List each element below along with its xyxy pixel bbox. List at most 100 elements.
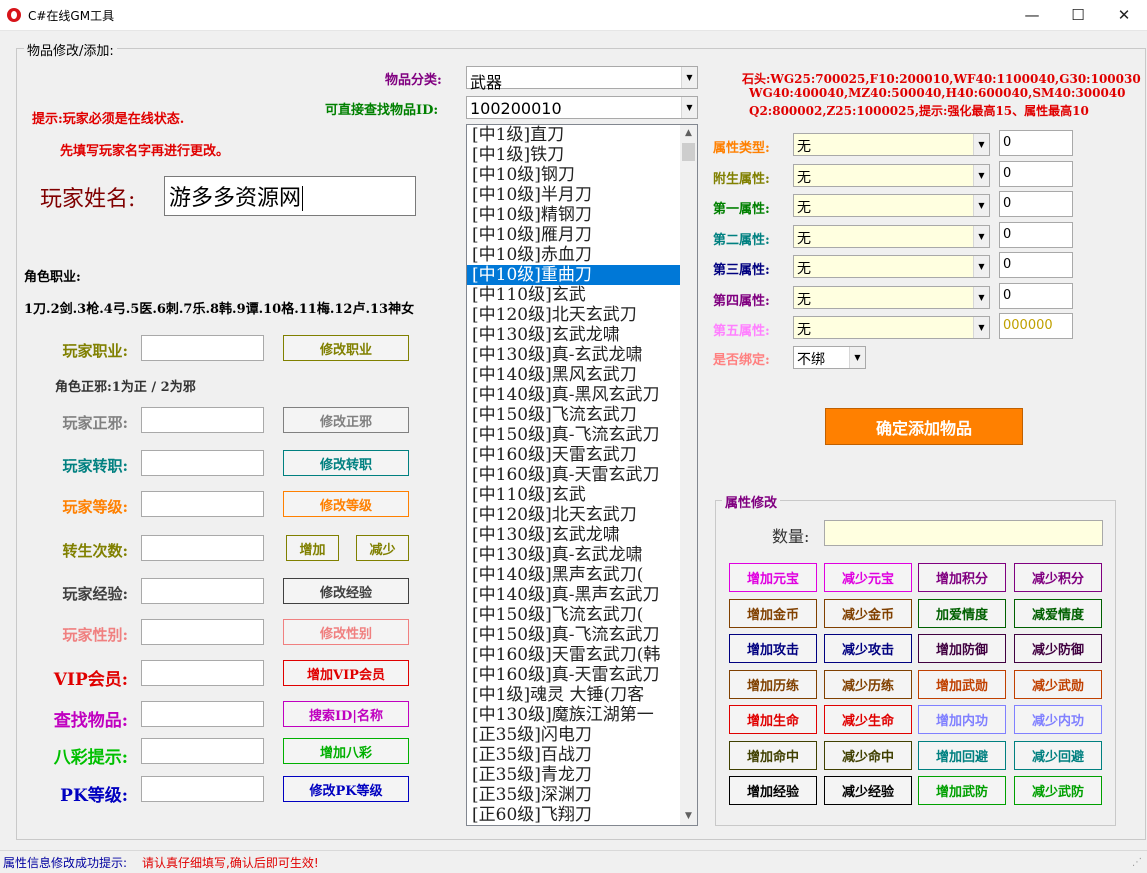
attribute-number-input[interactable]: 0 — [999, 130, 1073, 156]
attr-modify-button[interactable]: 减少金币 — [824, 598, 912, 628]
attribute-number-input[interactable]: 0 — [999, 191, 1073, 217]
row-input[interactable] — [141, 407, 264, 433]
attr-modify-button[interactable]: 增加武勋 — [918, 669, 1006, 699]
list-item[interactable]: [中140级]黑风玄武刀 — [467, 365, 680, 385]
list-item[interactable]: [中10级]半月刀 — [467, 185, 680, 205]
row-input[interactable] — [141, 619, 264, 645]
item-category-select[interactable]: 武器 ▼ — [466, 66, 698, 92]
row-button[interactable]: 搜索ID|名称 — [283, 701, 409, 727]
row-button[interactable]: 修改等级 — [283, 491, 409, 517]
list-item[interactable]: [中1级]魂灵 大锤(刀客 — [467, 685, 680, 705]
attribute-number-input[interactable]: 000000 — [999, 313, 1073, 339]
attr-modify-button[interactable]: 增加武防 — [918, 776, 1006, 805]
confirm-add-item-button[interactable]: 确定添加物品 — [825, 408, 1023, 445]
attribute-select[interactable]: 无 ▼ — [793, 224, 990, 248]
attr-modify-button[interactable]: 减少经验 — [824, 776, 912, 805]
chevron-down-icon[interactable]: ▼ — [973, 317, 989, 338]
list-item[interactable]: [中140级]黑声玄武刀( — [467, 565, 680, 585]
quantity-input[interactable] — [824, 520, 1103, 546]
row-button[interactable]: 修改PK等级 — [283, 776, 409, 802]
list-item[interactable]: [正35级]闪电刀 — [467, 725, 680, 745]
row-button-secondary[interactable]: 减少 — [356, 535, 409, 561]
row-button[interactable]: 修改转职 — [283, 450, 409, 476]
attribute-select[interactable]: 无 ▼ — [793, 255, 990, 278]
chevron-down-icon[interactable]: ▼ — [973, 286, 989, 308]
list-item[interactable]: [中1级]铁刀 — [467, 145, 680, 165]
list-scrollbar[interactable]: ▲ ▼ — [680, 125, 697, 825]
attribute-select[interactable]: 无 ▼ — [793, 163, 990, 187]
list-item[interactable]: [中160级]天雷玄武刀(韩 — [467, 645, 680, 665]
attr-modify-button[interactable]: 增加内功 — [918, 705, 1006, 734]
attr-modify-button[interactable]: 减少命中 — [824, 740, 912, 770]
list-item[interactable]: [中160级]天雷玄武刀 — [467, 445, 680, 465]
scroll-up-icon[interactable]: ▲ — [680, 125, 697, 142]
row-input[interactable] — [141, 335, 264, 361]
list-item[interactable]: [中130级]魔族江湖第一 — [467, 705, 680, 725]
list-item[interactable]: [中140级]真-黑声玄武刀 — [467, 585, 680, 605]
attribute-select[interactable]: 无 ▼ — [793, 194, 990, 217]
chevron-down-icon[interactable]: ▼ — [681, 97, 697, 118]
list-item[interactable]: [中150级]飞流玄武刀( — [467, 605, 680, 625]
row-input[interactable] — [141, 738, 264, 764]
close-button[interactable]: ✕ — [1101, 0, 1147, 31]
attr-modify-button[interactable]: 增加元宝 — [729, 563, 817, 592]
row-input[interactable] — [141, 660, 264, 686]
list-item[interactable]: [正35级]深渊刀 — [467, 785, 680, 805]
attr-modify-button[interactable]: 减少内功 — [1014, 705, 1102, 734]
list-item[interactable]: [中1级]直刀 — [467, 125, 680, 145]
attribute-number-input[interactable]: 0 — [999, 160, 1073, 187]
chevron-down-icon[interactable]: ▼ — [973, 134, 989, 155]
list-item[interactable]: [中130级]玄武龙啸 — [467, 525, 680, 545]
direct-id-select[interactable]: 100200010 ▼ — [466, 96, 698, 119]
row-input[interactable] — [141, 491, 264, 517]
chevron-down-icon[interactable]: ▼ — [973, 195, 989, 216]
attr-modify-button[interactable]: 增加命中 — [729, 740, 817, 770]
list-item[interactable]: [中10级]雁月刀 — [467, 225, 680, 245]
row-input[interactable] — [141, 701, 264, 727]
attr-modify-button[interactable]: 增加攻击 — [729, 634, 817, 663]
row-button[interactable]: 增加 — [286, 535, 339, 561]
attribute-number-input[interactable]: 0 — [999, 282, 1073, 309]
attr-modify-button[interactable]: 增加生命 — [729, 705, 817, 734]
attr-modify-button[interactable]: 增加防御 — [918, 634, 1006, 663]
list-item[interactable]: [中160级]真-天雷玄武刀 — [467, 465, 680, 485]
row-button[interactable]: 增加八彩 — [283, 738, 409, 764]
attr-modify-button[interactable]: 增加金币 — [729, 598, 817, 628]
row-input[interactable] — [141, 535, 264, 561]
attr-modify-button[interactable]: 减少攻击 — [824, 634, 912, 663]
attribute-number-input[interactable]: 0 — [999, 221, 1073, 248]
row-button[interactable]: 修改正邪 — [283, 407, 409, 433]
attr-modify-button[interactable]: 减少生命 — [824, 705, 912, 734]
chevron-down-icon[interactable]: ▼ — [849, 347, 865, 368]
list-item[interactable]: [中10级]钢刀 — [467, 165, 680, 185]
list-item[interactable]: [正35级]青龙刀 — [467, 765, 680, 785]
list-item[interactable]: [正35级]百战刀 — [467, 745, 680, 765]
scroll-thumb[interactable] — [682, 143, 695, 161]
item-listbox[interactable]: [中1级]直刀 [中1级]铁刀 [中10级]钢刀 [中10级]半月刀 [中10级]精钢刀… — [466, 124, 698, 826]
list-item[interactable]: [中110级]玄武 — [467, 485, 680, 505]
list-item[interactable]: [中10级]精钢刀 — [467, 205, 680, 225]
chevron-down-icon[interactable]: ▼ — [973, 164, 989, 186]
row-button[interactable]: 修改性别 — [283, 619, 409, 645]
list-item[interactable]: [中130级]真-玄武龙啸 — [467, 345, 680, 365]
chevron-down-icon[interactable]: ▼ — [973, 256, 989, 277]
row-button[interactable]: 增加VIP会员 — [283, 660, 409, 686]
list-item[interactable]: [中140级]真-黑风玄武刀 — [467, 385, 680, 405]
list-item[interactable]: [正60级]飞翔刀 — [467, 805, 680, 825]
list-item[interactable]: [中130级]玄武龙啸 — [467, 325, 680, 345]
attr-modify-button[interactable]: 增加经验 — [729, 776, 817, 805]
row-button[interactable]: 修改经验 — [283, 578, 409, 604]
attr-modify-button[interactable]: 减少元宝 — [824, 563, 912, 592]
resize-grip-icon[interactable]: ⋰ — [1132, 857, 1142, 868]
list-item[interactable]: [中150级]飞流玄武刀 — [467, 405, 680, 425]
attribute-select[interactable]: 无 ▼ — [793, 285, 990, 309]
attr-modify-button[interactable]: 增加历练 — [729, 669, 817, 699]
list-item[interactable]: [中150级]真-飞流玄武刀 — [467, 625, 680, 645]
row-input[interactable] — [141, 578, 264, 604]
row-input[interactable] — [141, 776, 264, 802]
attr-modify-button[interactable]: 增加积分 — [918, 563, 1006, 592]
attr-modify-button[interactable]: 减爱情度 — [1014, 598, 1102, 628]
row-input[interactable] — [141, 450, 264, 476]
list-item[interactable]: [中10级]赤血刀 — [467, 245, 680, 265]
scroll-down-icon[interactable]: ▼ — [680, 808, 697, 825]
